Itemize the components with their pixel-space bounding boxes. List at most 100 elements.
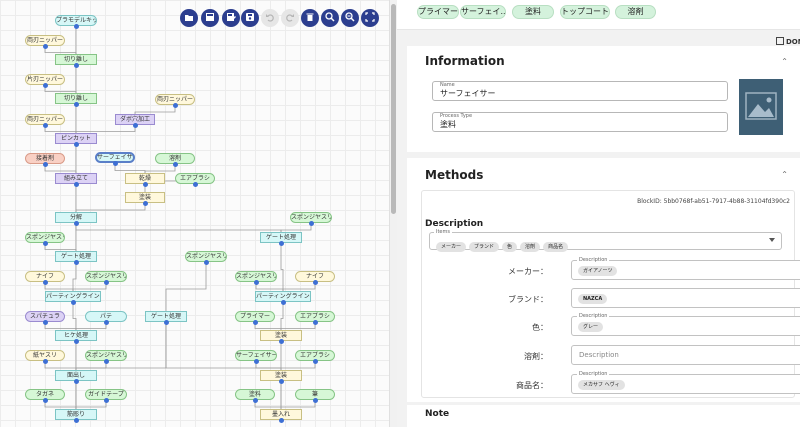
tag-item[interactable]: サーフェイ...	[460, 5, 506, 19]
node-handle[interactable]	[42, 241, 48, 246]
node-handle[interactable]	[203, 260, 209, 265]
process-type-field[interactable]: Process Type 塗料	[432, 112, 728, 132]
flow-canvas[interactable]: プラモデルキット両刃ニッパー切り離し片刃ニッパー切り離し両刃ニッパー両刃ニッパー…	[0, 0, 389, 427]
save-edit-icon	[227, 12, 236, 21]
node-handle[interactable]	[42, 123, 48, 128]
tag-item[interactable]: プライマー	[417, 5, 459, 19]
node-handle[interactable]	[312, 359, 318, 364]
node-handle[interactable]	[253, 359, 259, 364]
node-handle[interactable]	[103, 398, 109, 403]
maker-field-label: Description	[577, 257, 610, 264]
description-title: Description	[425, 219, 484, 229]
node-handle[interactable]	[42, 83, 48, 88]
flow-edge	[165, 262, 207, 316]
collapse-chevron-icon[interactable]: ⌃	[781, 170, 788, 179]
item-chip[interactable]: 商品名	[543, 241, 569, 252]
node-handle[interactable]	[73, 339, 79, 344]
node-handle[interactable]	[42, 162, 48, 167]
zoom-in-button[interactable]	[321, 9, 339, 27]
block-id: BlockID: 5bb0768f-ab51-7917-4b88-31104fd…	[637, 198, 790, 205]
done-checkbox[interactable]: DON	[776, 37, 800, 46]
method-label-solvent: 溶剤：	[524, 352, 548, 361]
node-handle[interactable]	[73, 142, 79, 147]
node-handle[interactable]	[280, 300, 286, 305]
image-placeholder-icon[interactable]	[739, 79, 783, 135]
folder-open-button[interactable]	[180, 9, 198, 27]
node-handle[interactable]	[278, 379, 284, 384]
node-handle[interactable]	[252, 320, 258, 325]
solvent-field-placeholder: Description	[579, 351, 619, 359]
node-handle[interactable]	[308, 221, 314, 226]
collapse-chevron-icon[interactable]: ⌃	[781, 57, 788, 66]
node-handle[interactable]	[103, 359, 109, 364]
node-handle[interactable]	[172, 103, 178, 108]
node-handle[interactable]	[142, 182, 148, 187]
node-handle[interactable]	[73, 102, 79, 107]
node-handle[interactable]	[42, 398, 48, 403]
maker-field[interactable]: Description ガイアノーツ	[571, 257, 800, 280]
brand-field[interactable]: NAZCA	[571, 288, 800, 308]
tag-item[interactable]: 塗料	[512, 5, 554, 19]
item-chip[interactable]: 溶剤	[520, 241, 541, 252]
item-chip[interactable]: 色	[502, 241, 518, 252]
items-select[interactable]: Items メーカー ブランド色溶剤 商品名	[429, 229, 782, 252]
node-handle[interactable]	[73, 24, 79, 29]
node-handle[interactable]	[192, 182, 198, 187]
app-window: プラモデルキット両刃ニッパー切り離し片刃ニッパー切り離し両刃ニッパー両刃ニッパー…	[0, 0, 800, 427]
node-handle[interactable]	[312, 280, 318, 285]
trash-icon	[306, 13, 314, 21]
node-handle[interactable]	[103, 320, 109, 325]
node-handle[interactable]	[73, 260, 79, 265]
node-handle[interactable]	[278, 418, 284, 423]
image-placeholder-graphic	[745, 92, 777, 120]
information-title: Information	[425, 54, 505, 68]
color-value-chip[interactable]: グレー	[578, 322, 604, 332]
node-handle[interactable]	[103, 280, 109, 285]
node-handle[interactable]	[73, 182, 79, 187]
tag-item[interactable]: トップコート	[560, 5, 610, 19]
item-chip[interactable]: ブランド	[469, 241, 500, 252]
node-handle[interactable]	[42, 280, 48, 285]
node-handle[interactable]	[312, 320, 318, 325]
node-handle[interactable]	[163, 320, 169, 325]
chevron-down-icon[interactable]	[769, 238, 775, 242]
node-handle[interactable]	[42, 44, 48, 49]
name-field[interactable]: Name サーフェイサー	[432, 81, 728, 101]
node-handle[interactable]	[132, 123, 138, 128]
fit-view-button[interactable]	[361, 9, 379, 27]
node-handle[interactable]	[73, 418, 79, 423]
node-handle[interactable]	[73, 63, 79, 68]
node-handle[interactable]	[252, 398, 258, 403]
save-button[interactable]	[241, 9, 259, 27]
node-handle[interactable]	[73, 379, 79, 384]
save-local-button[interactable]	[222, 9, 240, 27]
node-handle[interactable]	[312, 398, 318, 403]
product-name-field[interactable]: Description メカサフ ヘヴィ	[571, 371, 800, 394]
node-handle[interactable]	[172, 162, 178, 167]
tag-item[interactable]: 溶剤	[615, 5, 656, 19]
node-handle[interactable]	[142, 201, 148, 206]
method-label-brand: ブランド：	[508, 295, 548, 304]
item-chip[interactable]: メーカー	[436, 241, 467, 252]
delete-button[interactable]	[301, 9, 319, 27]
node-handle[interactable]	[70, 300, 76, 305]
node-handle[interactable]	[42, 359, 48, 364]
undo-button[interactable]	[261, 9, 279, 27]
color-field[interactable]: Description グレー	[571, 313, 800, 336]
solvent-field[interactable]: Description	[571, 345, 800, 365]
redo-button[interactable]	[281, 9, 299, 27]
node-handle[interactable]	[253, 280, 259, 285]
zoom-out-button[interactable]	[341, 9, 359, 27]
save-as-button[interactable]	[201, 9, 219, 27]
items-chips: メーカー ブランド色溶剤 商品名	[436, 236, 571, 255]
maker-value-chip[interactable]: ガイアノーツ	[578, 266, 618, 276]
node-handle[interactable]	[278, 241, 284, 246]
brand-value-chip[interactable]: NAZCA	[578, 294, 608, 304]
node-handle[interactable]	[42, 320, 48, 325]
node-handle[interactable]	[73, 221, 79, 226]
canvas-scrollbar[interactable]	[389, 0, 397, 427]
canvas-scrollbar-thumb[interactable]	[391, 4, 396, 214]
node-handle[interactable]	[278, 339, 284, 344]
product-name-value-chip[interactable]: メカサフ ヘヴィ	[578, 380, 625, 390]
node-handle[interactable]	[112, 161, 118, 166]
